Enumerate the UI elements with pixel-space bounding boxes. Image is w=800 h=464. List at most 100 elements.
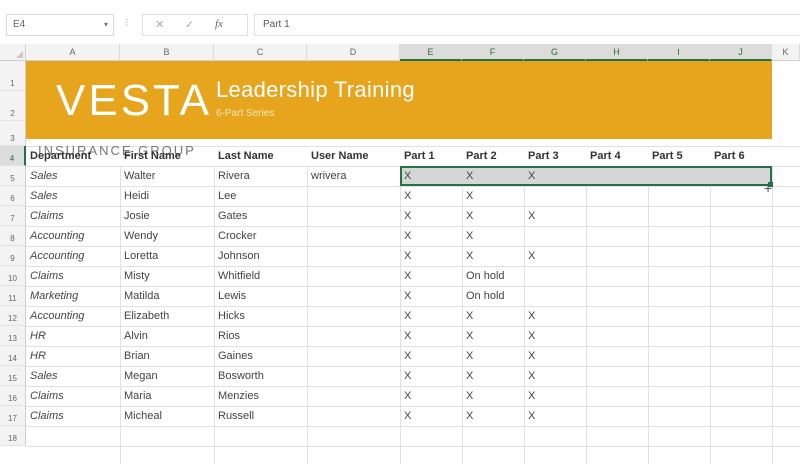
table-cell[interactable]: X bbox=[400, 346, 462, 366]
header-cell-part-6[interactable]: Part 6 bbox=[710, 146, 772, 166]
table-cell[interactable]: Rivera bbox=[214, 166, 307, 186]
table-cell[interactable]: Sales bbox=[26, 366, 120, 386]
row-header-8[interactable]: 8 bbox=[0, 226, 26, 246]
table-cell[interactable]: X bbox=[400, 246, 462, 266]
table-cell[interactable]: X bbox=[400, 286, 462, 306]
table-cell[interactable]: X bbox=[524, 306, 586, 326]
header-cell-first-name[interactable]: First Name bbox=[120, 146, 214, 166]
row-header-16[interactable]: 16 bbox=[0, 386, 26, 406]
table-cell[interactable]: Gaines bbox=[214, 346, 307, 366]
name-box-dropdown-icon[interactable]: ▾ bbox=[104, 15, 108, 35]
table-cell[interactable]: X bbox=[462, 366, 524, 386]
table-cell[interactable]: Crocker bbox=[214, 226, 307, 246]
table-cell[interactable]: Alvin bbox=[120, 326, 214, 346]
formula-input[interactable]: Part 1 bbox=[254, 14, 800, 36]
insert-function-icon[interactable]: fx bbox=[215, 18, 223, 30]
table-cell[interactable]: Brian bbox=[120, 346, 214, 366]
table-cell[interactable]: X bbox=[462, 246, 524, 266]
row-header-12[interactable]: 12 bbox=[0, 306, 26, 326]
row-header-15[interactable]: 15 bbox=[0, 366, 26, 386]
row-header-10[interactable]: 10 bbox=[0, 266, 26, 286]
column-header-j[interactable]: J bbox=[710, 44, 772, 61]
table-cell[interactable]: HR bbox=[26, 326, 120, 346]
table-cell[interactable]: Menzies bbox=[214, 386, 307, 406]
header-cell-part-3[interactable]: Part 3 bbox=[524, 146, 586, 166]
table-cell[interactable]: Bosworth bbox=[214, 366, 307, 386]
table-cell[interactable]: Heidi bbox=[120, 186, 214, 206]
table-cell[interactable]: Accounting bbox=[26, 306, 120, 326]
table-cell[interactable]: Elizabeth bbox=[120, 306, 214, 326]
table-cell[interactable]: Sales bbox=[26, 186, 120, 206]
cancel-icon[interactable]: ✕ bbox=[155, 18, 164, 31]
table-cell[interactable]: X bbox=[462, 306, 524, 326]
name-box[interactable]: E4 ▾ bbox=[6, 14, 114, 36]
table-cell[interactable]: X bbox=[462, 386, 524, 406]
table-cell[interactable]: Russell bbox=[214, 406, 307, 426]
table-cell[interactable]: X bbox=[400, 386, 462, 406]
table-cell[interactable]: Claims bbox=[26, 266, 120, 286]
table-cell[interactable]: Megan bbox=[120, 366, 214, 386]
table-cell[interactable]: X bbox=[400, 266, 462, 286]
table-cell[interactable]: X bbox=[462, 226, 524, 246]
table-cell[interactable]: Josie bbox=[120, 206, 214, 226]
table-cell[interactable]: X bbox=[400, 326, 462, 346]
table-cell[interactable]: X bbox=[462, 186, 524, 206]
row-header-1[interactable]: 1 bbox=[0, 61, 26, 91]
table-cell[interactable]: X bbox=[524, 386, 586, 406]
select-all-button[interactable] bbox=[0, 44, 26, 61]
table-cell[interactable]: Sales bbox=[26, 166, 120, 186]
table-cell[interactable]: X bbox=[524, 366, 586, 386]
row-header-4[interactable]: 4 bbox=[0, 146, 26, 166]
header-cell-part-2[interactable]: Part 2 bbox=[462, 146, 524, 166]
header-cell-user-name[interactable]: User Name bbox=[307, 146, 400, 166]
column-header-h[interactable]: H bbox=[586, 44, 648, 61]
column-header-e[interactable]: E bbox=[400, 44, 462, 61]
table-cell[interactable]: X bbox=[524, 246, 586, 266]
table-cell[interactable]: On hold bbox=[462, 286, 524, 306]
table-cell[interactable]: Claims bbox=[26, 406, 120, 426]
column-header-d[interactable]: D bbox=[307, 44, 400, 61]
table-cell[interactable]: Accounting bbox=[26, 246, 120, 266]
row-header-11[interactable]: 11 bbox=[0, 286, 26, 306]
row-header-6[interactable]: 6 bbox=[0, 186, 26, 206]
row-header-14[interactable]: 14 bbox=[0, 346, 26, 366]
column-header-g[interactable]: G bbox=[524, 44, 586, 61]
table-cell[interactable]: X bbox=[462, 406, 524, 426]
table-cell[interactable]: Hicks bbox=[214, 306, 307, 326]
table-cell[interactable]: Lewis bbox=[214, 286, 307, 306]
table-cell[interactable]: X bbox=[400, 406, 462, 426]
row-header-2[interactable]: 2 bbox=[0, 91, 26, 121]
column-header-c[interactable]: C bbox=[214, 44, 307, 61]
table-cell[interactable]: X bbox=[400, 206, 462, 226]
table-cell[interactable]: Walter bbox=[120, 166, 214, 186]
table-cell[interactable]: X bbox=[400, 366, 462, 386]
header-cell-department[interactable]: Department bbox=[26, 146, 120, 166]
table-cell[interactable]: Matilda bbox=[120, 286, 214, 306]
table-cell[interactable]: X bbox=[524, 346, 586, 366]
table-cell[interactable]: X bbox=[462, 346, 524, 366]
table-cell[interactable]: Johnson bbox=[214, 246, 307, 266]
table-cell[interactable]: X bbox=[400, 186, 462, 206]
row-header-3[interactable]: 3 bbox=[0, 121, 26, 146]
row-header-5[interactable]: 5 bbox=[0, 166, 26, 186]
table-cell[interactable]: X bbox=[524, 326, 586, 346]
table-cell[interactable]: Loretta bbox=[120, 246, 214, 266]
table-cell[interactable]: Marketing bbox=[26, 286, 120, 306]
column-header-a[interactable]: A bbox=[26, 44, 120, 61]
table-cell[interactable]: Gates bbox=[214, 206, 307, 226]
table-cell[interactable]: X bbox=[400, 226, 462, 246]
table-cell[interactable]: Whitfield bbox=[214, 266, 307, 286]
header-cell-part-1[interactable]: Part 1 bbox=[400, 146, 462, 166]
table-cell[interactable]: On hold bbox=[462, 266, 524, 286]
table-cell[interactable]: Claims bbox=[26, 206, 120, 226]
table-cell[interactable]: X bbox=[462, 206, 524, 226]
table-cell[interactable]: Claims bbox=[26, 386, 120, 406]
column-header-k[interactable]: K bbox=[772, 44, 800, 61]
table-cell[interactable]: Misty bbox=[120, 266, 214, 286]
row-header-7[interactable]: 7 bbox=[0, 206, 26, 226]
row-header-18[interactable]: 18 bbox=[0, 426, 26, 446]
table-cell[interactable]: Wendy bbox=[120, 226, 214, 246]
column-header-b[interactable]: B bbox=[120, 44, 214, 61]
table-cell[interactable]: X bbox=[462, 326, 524, 346]
header-cell-part-5[interactable]: Part 5 bbox=[648, 146, 710, 166]
